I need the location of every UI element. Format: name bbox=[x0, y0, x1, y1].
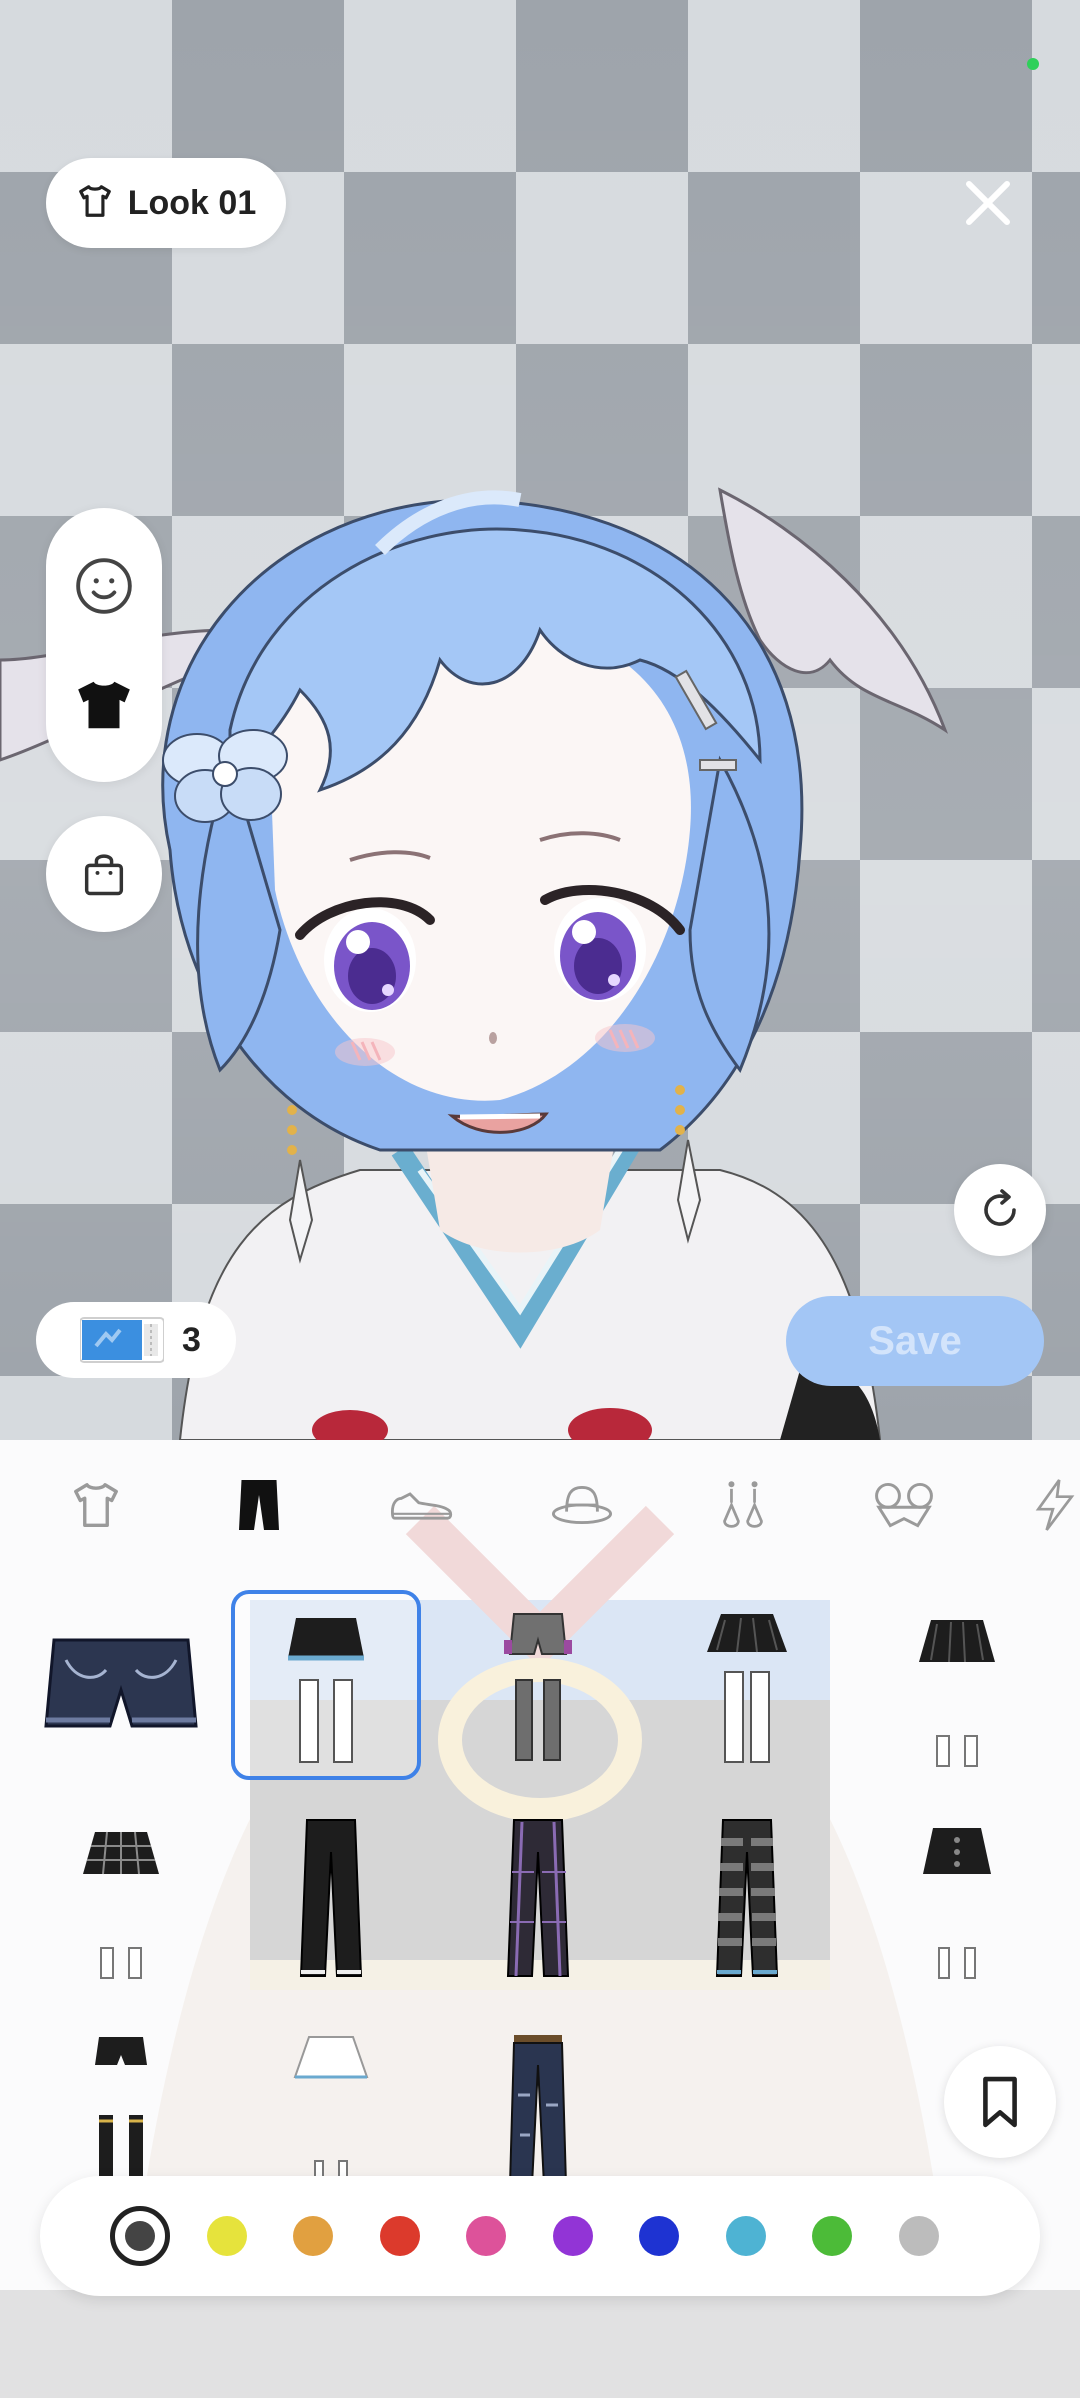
ticket-icon bbox=[80, 1317, 164, 1363]
shop-button[interactable] bbox=[46, 816, 162, 932]
item-button-skirt-socks[interactable] bbox=[862, 1802, 1052, 1992]
item-white-skirt-socks[interactable] bbox=[236, 2005, 426, 2195]
bookmark-button[interactable] bbox=[944, 2046, 1056, 2158]
bookmark-icon bbox=[983, 2076, 1017, 2128]
rotate-icon bbox=[984, 1189, 1016, 1226]
status-indicator bbox=[1027, 58, 1039, 70]
avatar-preview[interactable]: Look 01 3 Save bbox=[0, 0, 1080, 1440]
item-striped-pants[interactable] bbox=[652, 1802, 842, 1992]
item-black-skirt-white-socks[interactable] bbox=[862, 1590, 1052, 1780]
item-purple-plaid-pants[interactable] bbox=[443, 1802, 633, 1992]
color-swatch-light-blue[interactable] bbox=[725, 2216, 766, 2256]
item-plaid-skirt-white-socks[interactable] bbox=[26, 1802, 216, 1992]
item-black-skirt-white-stockings[interactable] bbox=[652, 1590, 842, 1780]
item-shorts-grey-stockings[interactable] bbox=[443, 1590, 633, 1780]
rotate-view-button[interactable] bbox=[954, 1164, 1046, 1256]
item-grid bbox=[0, 1440, 1080, 2240]
look-selector[interactable]: Look 01 bbox=[46, 158, 286, 248]
clothes-mode-button[interactable] bbox=[68, 669, 140, 741]
item-shorts-knee-socks[interactable] bbox=[26, 2005, 216, 2195]
look-label: Look 01 bbox=[127, 183, 257, 222]
avatar-character[interactable] bbox=[0, 430, 1080, 1440]
wardrobe-panel bbox=[0, 1440, 1080, 2398]
close-button[interactable] bbox=[950, 165, 1026, 241]
item-black-pants[interactable] bbox=[236, 1802, 426, 1992]
save-button[interactable]: Save bbox=[786, 1296, 1044, 1386]
tshirt-filled-icon bbox=[78, 681, 130, 728]
item-denim-shorts[interactable] bbox=[26, 1595, 216, 1785]
item-ripped-jeans[interactable] bbox=[443, 2005, 633, 2195]
ticket-count: 3 bbox=[182, 1320, 201, 1359]
color-swatch-default[interactable] bbox=[110, 2206, 170, 2266]
tshirt-outline-icon bbox=[76, 182, 114, 225]
color-swatch-yellow[interactable] bbox=[206, 2216, 247, 2256]
ticket-counter[interactable]: 3 bbox=[36, 1302, 236, 1378]
color-swatch-orange[interactable] bbox=[293, 2216, 333, 2256]
color-swatch-red[interactable] bbox=[379, 2216, 420, 2256]
color-swatch-purple[interactable] bbox=[552, 2216, 593, 2256]
item-skirt-white-stockings-blue-trim[interactable] bbox=[231, 1590, 421, 1780]
smiley-face-icon bbox=[76, 557, 132, 614]
color-swatch-green[interactable] bbox=[812, 2216, 852, 2256]
close-icon bbox=[966, 181, 1010, 225]
color-swatch-pink[interactable] bbox=[466, 2216, 506, 2256]
face-mode-button[interactable] bbox=[68, 550, 140, 622]
color-palette bbox=[40, 2176, 1040, 2296]
color-swatch-blue[interactable] bbox=[639, 2216, 679, 2256]
editor-mode-switch bbox=[46, 508, 162, 782]
shopping-bag-icon bbox=[84, 854, 124, 896]
color-swatch-grey[interactable] bbox=[898, 2216, 939, 2256]
